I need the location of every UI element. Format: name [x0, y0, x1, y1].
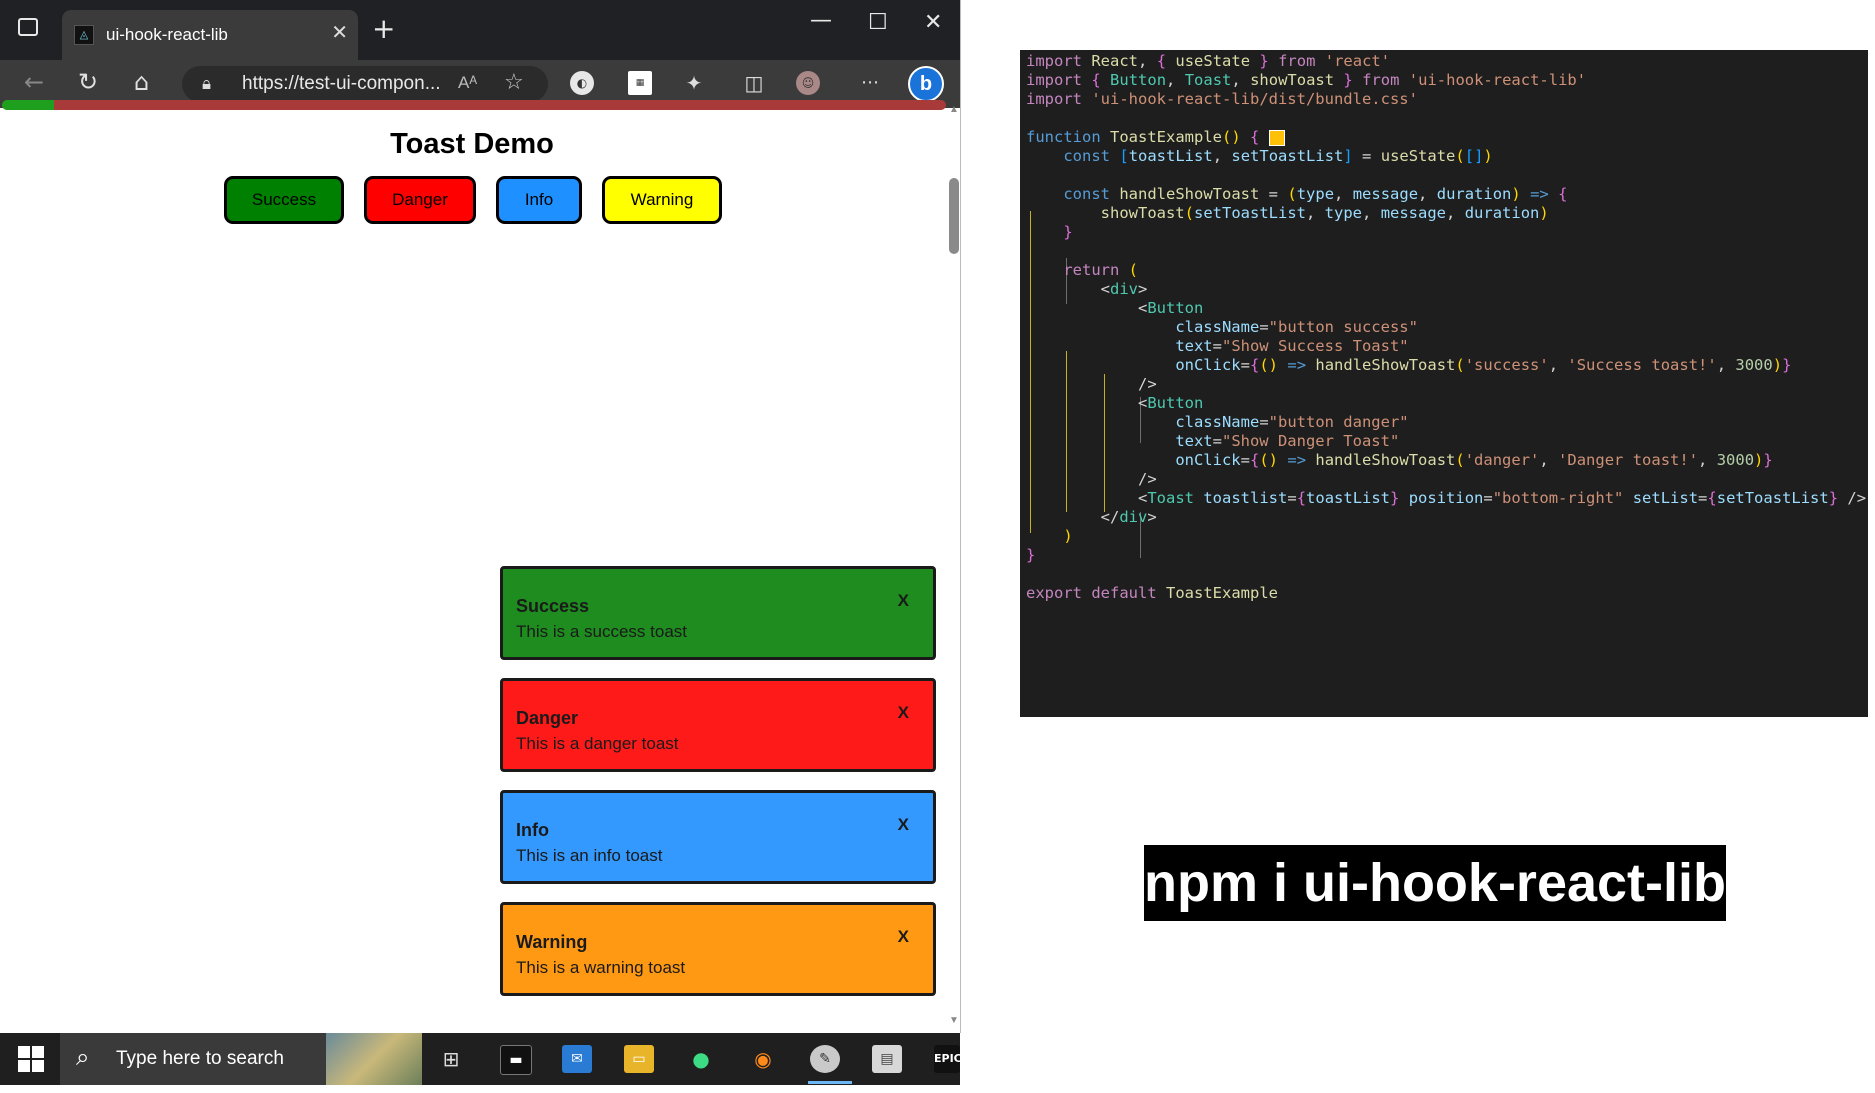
refresh-icon[interactable]: ↻ — [78, 68, 98, 96]
color-swatch-icon — [1268, 129, 1285, 146]
code-line: } — [1063, 223, 1073, 241]
toast-info: Info This is an info toast X — [500, 790, 936, 884]
active-app-indicator — [808, 1081, 852, 1084]
scrollbar[interactable]: ▲ ▼ — [948, 104, 960, 1033]
danger-button[interactable]: Danger — [364, 176, 476, 224]
windows-taskbar: ⌕ Type here to search ⊞ ▬ ✉ ▭ ● ◉ ✎ ▤ EP… — [0, 1033, 962, 1085]
toast-message: This is an info toast — [516, 846, 663, 865]
page-viewport: Toast Demo Success Danger Info Warning S… — [0, 110, 948, 1033]
url-text[interactable]: https://test-ui-compon... — [242, 73, 441, 95]
extension-icon[interactable]: ▦ — [628, 71, 652, 95]
toast-message: This is a success toast — [516, 622, 688, 641]
toast-message: This is a danger toast — [516, 734, 679, 753]
favicon-icon: ◬ — [74, 25, 94, 45]
page-title: Toast Demo — [390, 128, 554, 160]
file-explorer-icon[interactable]: ▭ — [624, 1045, 654, 1073]
more-menu-icon[interactable]: ⋯ — [858, 71, 882, 95]
warning-button[interactable]: Warning — [602, 176, 722, 224]
info-button[interactable]: Info — [496, 176, 582, 224]
tab-actions-icon[interactable] — [18, 18, 38, 36]
taskbar-search-box[interactable]: ⌕ Type here to search — [60, 1033, 422, 1085]
npm-install-command: npm i ui-hook-react-lib — [1144, 845, 1726, 921]
toast-title: Danger — [516, 708, 579, 728]
tab-close-icon[interactable]: ✕ — [331, 20, 348, 44]
code-line: const [toastList, setToastList] = useSta… — [1063, 147, 1493, 165]
windows-start-icon[interactable] — [18, 1046, 44, 1072]
title-bar: ◬ ui-hook-react-lib ✕ + — ☐ ✕ — [0, 0, 960, 60]
extension-icon[interactable]: ◐ — [570, 71, 594, 95]
android-studio-icon[interactable]: ● — [686, 1045, 716, 1073]
scroll-thumb[interactable] — [949, 178, 959, 254]
mail-app-icon[interactable]: ✉ — [562, 1045, 592, 1073]
toast-close-button[interactable]: X — [898, 703, 909, 723]
scroll-down-arrow-icon[interactable]: ▼ — [949, 1015, 959, 1026]
address-bar[interactable]: 🔒︎ https://test-ui-compon... Aᴬ ☆ — [182, 66, 548, 102]
lock-icon[interactable]: 🔒︎ — [202, 74, 211, 94]
profile-avatar[interactable]: ☺ — [796, 71, 820, 95]
success-button[interactable]: Success — [224, 176, 344, 224]
search-icon: ⌕ — [76, 1043, 90, 1071]
favorite-star-icon[interactable]: ☆ — [504, 70, 524, 95]
split-screen-icon[interactable]: ◫ — [742, 71, 766, 95]
toast-close-button[interactable]: X — [898, 815, 909, 835]
toast-warning: Warning This is a warning toast X — [500, 902, 936, 996]
extensions-puzzle-icon[interactable]: ✦ — [682, 71, 706, 95]
search-placeholder[interactable]: Type here to search — [116, 1048, 284, 1070]
load-progress-bar — [2, 100, 946, 110]
files-app-icon[interactable]: ▤ — [872, 1045, 902, 1073]
read-aloud-icon[interactable]: Aᴬ — [458, 73, 477, 93]
search-highlight-image — [326, 1033, 422, 1085]
toast-success: Success This is a success toast X — [500, 566, 936, 660]
scroll-up-arrow-icon[interactable]: ▲ — [949, 104, 959, 115]
code-editor-snippet: import React, { useState } from 'react' i… — [1020, 50, 1868, 717]
toast-title: Success — [516, 596, 590, 616]
toast-danger: Danger This is a danger toast X — [500, 678, 936, 772]
toast-title: Info — [516, 820, 549, 840]
toast-message: This is a warning toast — [516, 958, 686, 977]
bing-icon[interactable]: b — [908, 66, 944, 102]
blender-icon[interactable]: ◉ — [748, 1045, 778, 1073]
toast-close-button[interactable]: X — [898, 927, 909, 947]
back-icon[interactable]: ← — [24, 68, 44, 96]
code-line: import 'ui-hook-react-lib/dist/bundle.cs… — [1026, 90, 1418, 108]
home-icon[interactable]: ⌂ — [134, 68, 149, 96]
browser-window: ◬ ui-hook-react-lib ✕ + — ☐ ✕ ← ↻ ⌂ 🔒︎ h… — [0, 0, 961, 1033]
code-line: showToast(setToastList, type, message, d… — [1100, 204, 1549, 222]
tab-title: ui-hook-react-lib — [106, 25, 228, 44]
browser-tab[interactable]: ◬ ui-hook-react-lib ✕ — [62, 10, 358, 60]
window-close-icon[interactable]: ✕ — [924, 10, 942, 35]
toast-title: Warning — [516, 932, 588, 952]
new-tab-icon[interactable]: + — [372, 12, 395, 45]
maximize-icon[interactable]: ☐ — [868, 10, 888, 35]
terminal-app-icon[interactable]: ▬ — [500, 1045, 532, 1075]
epic-games-icon[interactable]: EPIC — [934, 1045, 962, 1073]
toast-close-button[interactable]: X — [898, 591, 909, 611]
load-progress-fill — [2, 100, 54, 110]
code-line: } — [1026, 546, 1036, 564]
code-line: export default ToastExample — [1026, 584, 1278, 602]
paint-app-icon[interactable]: ✎ — [810, 1045, 840, 1073]
minimize-icon[interactable]: — — [810, 8, 832, 33]
task-view-icon[interactable]: ⊞ — [436, 1045, 466, 1073]
